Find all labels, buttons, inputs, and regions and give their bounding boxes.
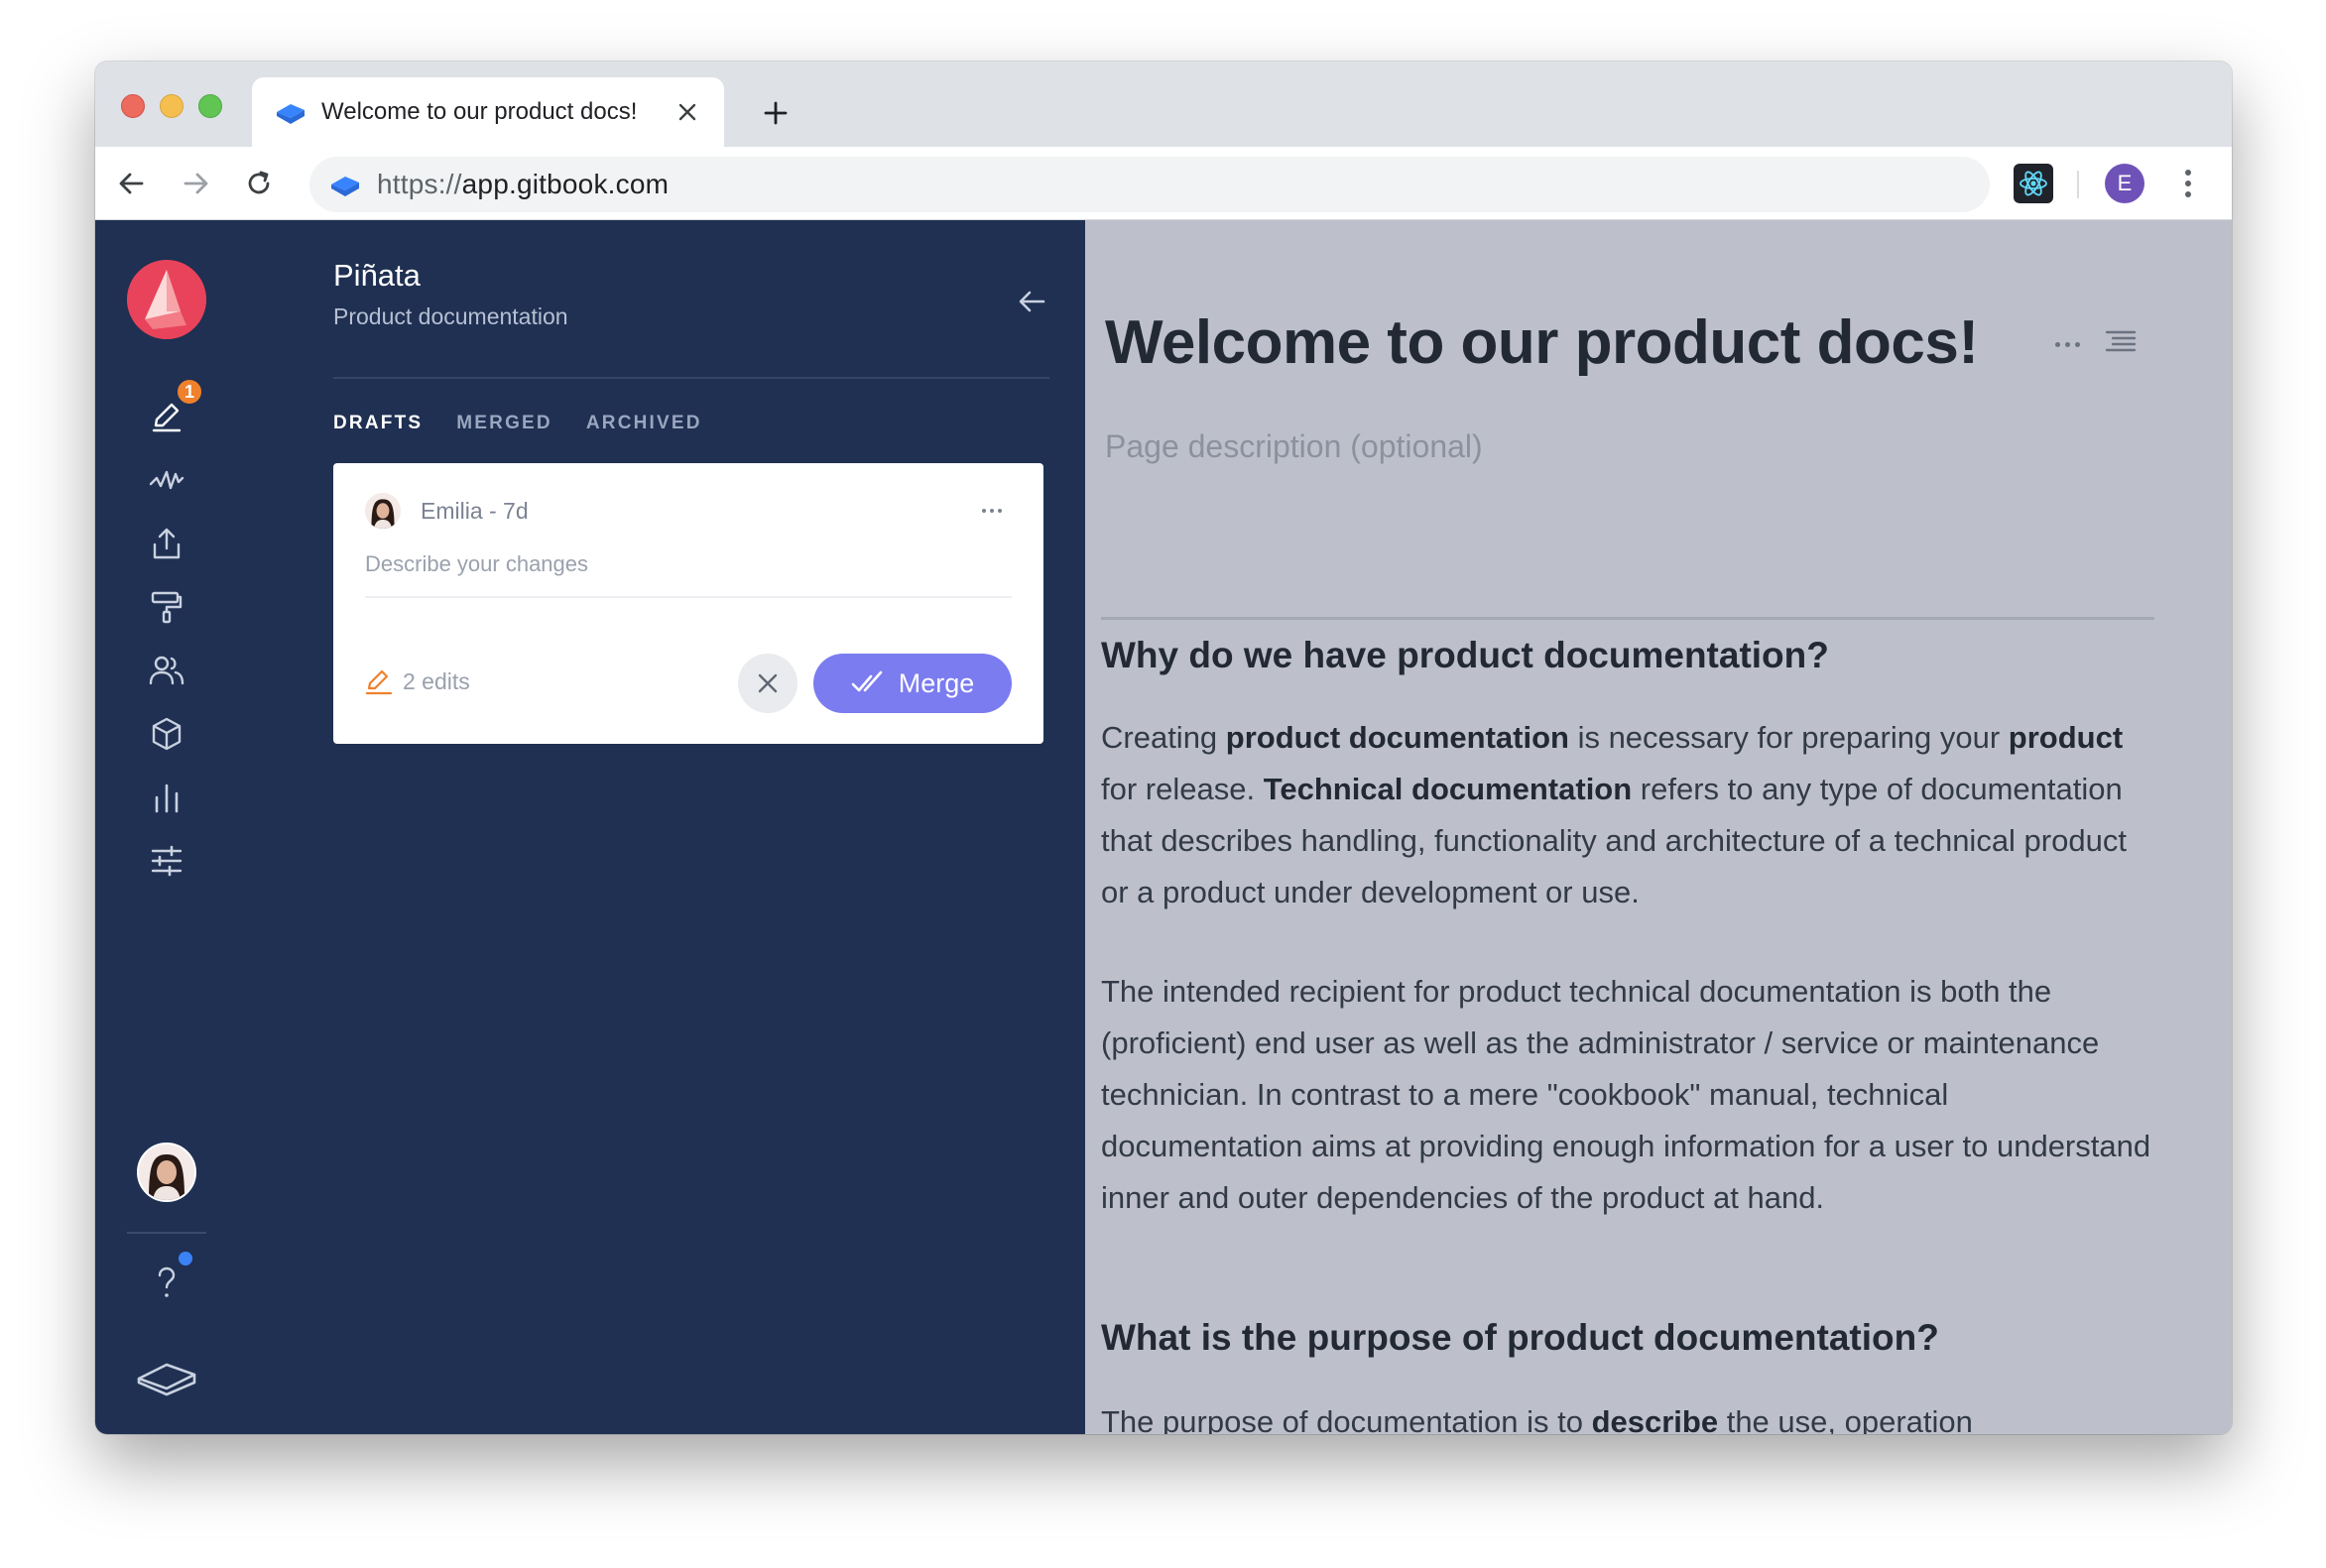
gitbook-logo-icon[interactable] — [127, 1339, 206, 1410]
draft-author: Emilia - 7d — [421, 498, 529, 524]
reload-icon[interactable] — [236, 161, 282, 206]
tab-archived[interactable]: ARCHIVED — [586, 413, 702, 434]
forward-arrow-icon[interactable] — [173, 161, 218, 206]
maximize-window-button[interactable] — [198, 94, 222, 118]
browser-menu-icon[interactable] — [2168, 161, 2208, 206]
draft-tabs: DRAFTS MERGED ARCHIVED — [333, 413, 702, 434]
paint-roller-icon[interactable] — [127, 571, 206, 643]
merge-button[interactable]: Merge — [813, 654, 1012, 713]
close-tab-icon[interactable] — [673, 97, 702, 127]
users-icon[interactable] — [127, 635, 206, 706]
draft-edits-link[interactable]: 2 edits — [365, 667, 470, 695]
paragraph: The purpose of documentation is to descr… — [1101, 1404, 1973, 1434]
browser-toolbar: https://app.gitbook.com E — [95, 147, 2232, 220]
user-avatar[interactable] — [137, 1143, 196, 1202]
toolbar-divider — [2077, 171, 2079, 198]
double-check-icon — [851, 670, 883, 692]
edits-pencil-icon — [365, 669, 393, 695]
edits-count: 2 edits — [403, 667, 470, 694]
space-subtitle: Product documentation — [333, 303, 568, 329]
collapse-panel-arrow-icon[interactable] — [1012, 282, 1051, 321]
paragraph: The intended recipient for product techn… — [1101, 974, 2151, 1215]
profile-avatar[interactable]: E — [2105, 164, 2144, 203]
discard-draft-button[interactable] — [738, 654, 797, 713]
describe-changes-input[interactable] — [365, 546, 1012, 598]
drafts-panel: Piñata Product documentation DRAFTS MERG… — [238, 220, 1085, 1434]
share-icon[interactable] — [127, 508, 206, 579]
close-icon — [758, 673, 778, 693]
package-icon[interactable] — [127, 698, 206, 770]
drafts-count-badge: 1 — [175, 377, 204, 407]
site-gitbook-icon — [327, 167, 363, 202]
page-title[interactable]: Welcome to our product docs! — [1105, 307, 1979, 378]
activity-icon[interactable] — [127, 444, 206, 516]
panel-divider — [333, 377, 1049, 379]
browser-tab[interactable]: Welcome to our product docs! — [252, 77, 724, 147]
help-notification-dot — [179, 1252, 192, 1266]
address-bar[interactable]: https://app.gitbook.com — [309, 157, 1990, 212]
url-scheme: https:// — [377, 169, 462, 199]
url-text: https://app.gitbook.com — [377, 169, 669, 200]
browser-window: Welcome to our product docs! https://app… — [95, 61, 2232, 1434]
close-window-button[interactable] — [121, 94, 145, 118]
merge-label: Merge — [898, 667, 975, 698]
space-title: Piñata — [333, 258, 421, 293]
react-devtools-extension-icon[interactable] — [2014, 164, 2053, 203]
help-question-icon[interactable] — [127, 1248, 206, 1319]
draft-more-icon[interactable] — [974, 493, 1010, 529]
gitbook-favicon-icon — [274, 95, 307, 129]
draft-card: Emilia - 7d 2 edits Merge — [333, 463, 1043, 744]
sidebar-divider — [127, 1232, 206, 1234]
title-divider — [1101, 617, 2154, 620]
sidebar-rail: 1 — [95, 220, 238, 1434]
section-heading: What is the purpose of product documenta… — [1101, 1317, 1939, 1358]
document-area: Welcome to our product docs! Why do we h… — [1085, 220, 2232, 1434]
sliders-icon[interactable] — [127, 825, 206, 897]
tab-strip: Welcome to our product docs! — [95, 61, 2232, 147]
tab-merged[interactable]: MERGED — [456, 413, 552, 434]
gitbook-app: 1 Piñata Product documentation DRAFTS ME… — [95, 220, 2232, 1434]
tab-drafts[interactable]: DRAFTS — [333, 413, 423, 434]
page-outline-icon[interactable] — [2103, 327, 2139, 357]
page-description-input[interactable] — [1105, 428, 1799, 465]
page-more-icon[interactable] — [2047, 329, 2087, 359]
new-tab-button[interactable] — [754, 91, 797, 135]
bar-chart-icon[interactable] — [127, 762, 206, 833]
space-logo[interactable] — [127, 260, 206, 339]
minimize-window-button[interactable] — [160, 94, 184, 118]
url-host: app.gitbook.com — [461, 169, 670, 199]
author-avatar — [365, 493, 401, 529]
back-arrow-icon[interactable] — [109, 161, 155, 206]
section-heading: Why do we have product documentation? — [1101, 635, 1829, 675]
paragraph: Creating product documentation is necess… — [1101, 720, 2127, 909]
tab-title: Welcome to our product docs! — [321, 98, 638, 125]
